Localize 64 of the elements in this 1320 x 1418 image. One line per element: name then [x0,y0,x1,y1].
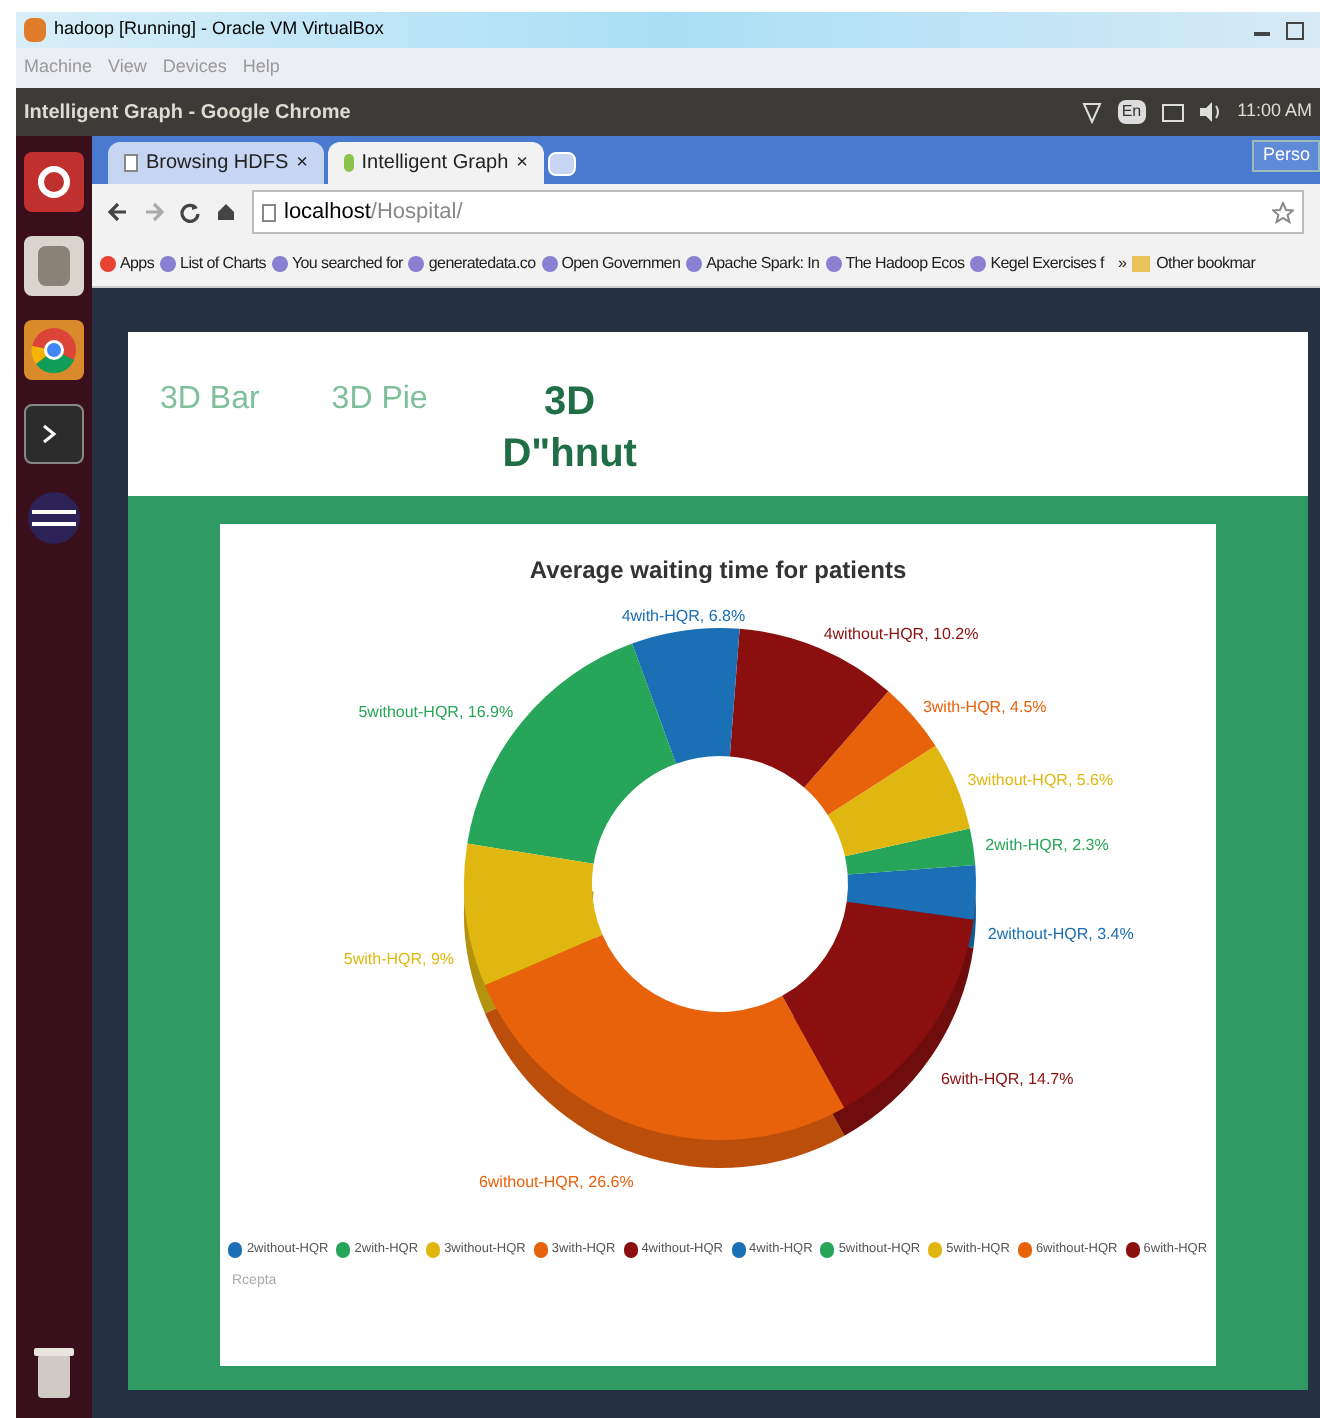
app-icon [24,18,46,42]
legend-pie-icon [426,1241,441,1258]
bookmark[interactable]: Apache Spark: In [686,251,820,275]
legend-pie-icon [731,1241,746,1258]
legend-pie-icon [928,1241,943,1258]
legend-pie-icon [1125,1241,1140,1258]
home-icon[interactable] [216,202,236,222]
data-label: 6with-HQR, 14.7% [940,1069,1074,1088]
volume-icon[interactable] [1199,102,1222,122]
close-tab-button[interactable]: × [516,148,528,178]
url: localhost/Hospital/ [284,197,463,228]
bookmark-icon [271,255,288,271]
data-label: 4without-HQR, 10.2% [823,625,979,644]
star-icon[interactable] [1272,201,1294,223]
chart-title: Average waiting time for patients [529,554,907,588]
page-icon [124,154,138,172]
legend-pie-icon [623,1241,638,1258]
bookmark[interactable]: Kegel Exercises f [970,251,1104,275]
bookmark[interactable]: You searched for [271,251,403,275]
data-label: 2without-HQR, 3.4% [987,924,1134,943]
restore-icon[interactable] [1286,21,1304,39]
legend-pie-icon [533,1241,548,1258]
chart-tab[interactable]: 3D D"hnut [499,376,640,480]
data-label: 2with-HQR, 2.3% [985,836,1109,855]
bookmark[interactable]: The Hadoop Ecos [825,251,965,275]
keyboard-indicator[interactable]: En [1117,100,1146,124]
browser-tab[interactable]: Intelligent Graph × [328,142,544,184]
data-label: 3without-HQR, 5.6% [967,771,1114,790]
legend-pie-icon [1017,1241,1032,1258]
chrome-icon[interactable] [24,320,84,380]
new-tab-button[interactable] [548,152,576,176]
address-bar[interactable]: localhost/Hospital/ [252,190,1304,234]
legend-pie-icon [820,1241,835,1258]
legend-pie-icon [228,1241,243,1258]
bookmark[interactable]: Apps [100,251,155,275]
bookmark-icon [541,255,558,271]
close-tab-button[interactable]: × [296,148,308,178]
data-label: 6without-HQR, 26.6% [478,1173,634,1192]
back-icon[interactable] [108,202,128,222]
terminal-icon[interactable] [24,404,84,464]
bookmark-icon [408,255,425,271]
folder-icon [1132,255,1151,271]
browser-tab[interactable]: Browsing HDFS × [108,142,324,184]
trash-icon[interactable] [28,1342,80,1402]
data-label: 4with-HQR, 6.8% [621,606,746,625]
page-icon [262,203,276,221]
data-label: 5with-HQR, 9% [343,949,455,968]
other-bookmarks[interactable]: Other bookmar [1156,251,1256,275]
more-bookmarks[interactable]: » [1117,251,1127,275]
bookmark[interactable]: generatedata.co [408,251,536,275]
bookmark-icon [160,255,177,271]
clock[interactable]: 11:00 AM [1237,98,1312,126]
window-title: hadoop [Running] - Oracle VM VirtualBox [54,16,384,43]
data-label: 5without-HQR, 16.9% [358,703,514,721]
bookmark[interactable]: Open Governmen [541,251,681,275]
bookmark[interactable]: List of Charts [160,251,266,275]
reload-icon[interactable] [180,201,200,223]
bookmark-icon [970,255,987,271]
legend-pie-icon [336,1241,351,1258]
bookmark-icon [686,255,703,271]
bookmark-icon [100,255,116,271]
data-label: 3with-HQR, 4.5% [922,698,1047,717]
bookmark-icon [825,255,842,271]
panel-title: Intelligent Graph - Google Chrome [24,99,351,127]
